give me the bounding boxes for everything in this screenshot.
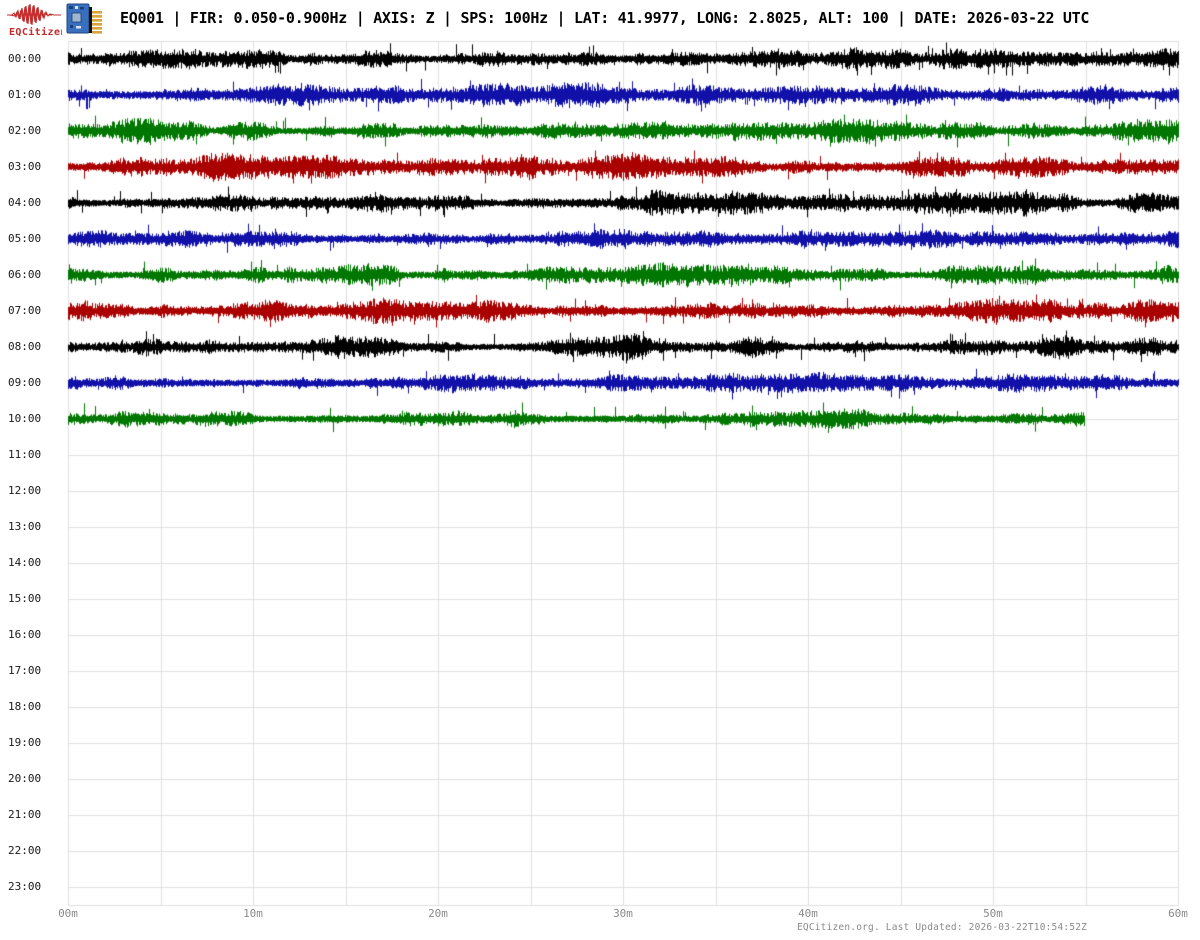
x-tick-label: 40m — [798, 907, 818, 920]
hour-label: 05:00 — [8, 232, 42, 245]
hour-label: 04:00 — [8, 196, 42, 209]
hour-label: 18:00 — [8, 700, 42, 713]
hour-label: 10:00 — [8, 412, 42, 425]
hour-label: 07:00 — [8, 304, 42, 317]
hour-label: 22:00 — [8, 844, 42, 857]
hour-label: 03:00 — [8, 160, 42, 173]
hour-label: 12:00 — [8, 484, 42, 497]
hour-label: 02:00 — [8, 124, 42, 137]
hour-label: 11:00 — [8, 448, 42, 461]
hour-label: 23:00 — [8, 880, 42, 893]
hour-label: 13:00 — [8, 520, 42, 533]
hour-label: 14:00 — [8, 556, 42, 569]
hour-label: 01:00 — [8, 88, 42, 101]
helicorder-page: { "header": { "logo": { "text": "EQCitiz… — [0, 0, 1200, 940]
hour-label: 00:00 — [8, 52, 42, 65]
hour-label: 09:00 — [8, 376, 42, 389]
x-tick-label: 00m — [58, 907, 78, 920]
hour-label: 16:00 — [8, 628, 42, 641]
x-tick-label: 60m — [1168, 907, 1188, 920]
hour-label: 17:00 — [8, 664, 42, 677]
hour-label: 15:00 — [8, 592, 42, 605]
x-tick-label: 30m — [613, 907, 633, 920]
footer-status: EQCitizen.org. Last Updated: 2026-03-22T… — [797, 922, 1088, 933]
hour-label: 20:00 — [8, 772, 42, 785]
x-tick-label: 50m — [983, 907, 1003, 920]
hour-label: 19:00 — [8, 736, 42, 749]
x-tick-label: 20m — [428, 907, 448, 920]
hour-label: 06:00 — [8, 268, 42, 281]
hour-label: 08:00 — [8, 340, 42, 353]
hour-label: 21:00 — [8, 808, 42, 821]
helicorder-canvas — [0, 0, 1200, 940]
x-tick-label: 10m — [243, 907, 263, 920]
